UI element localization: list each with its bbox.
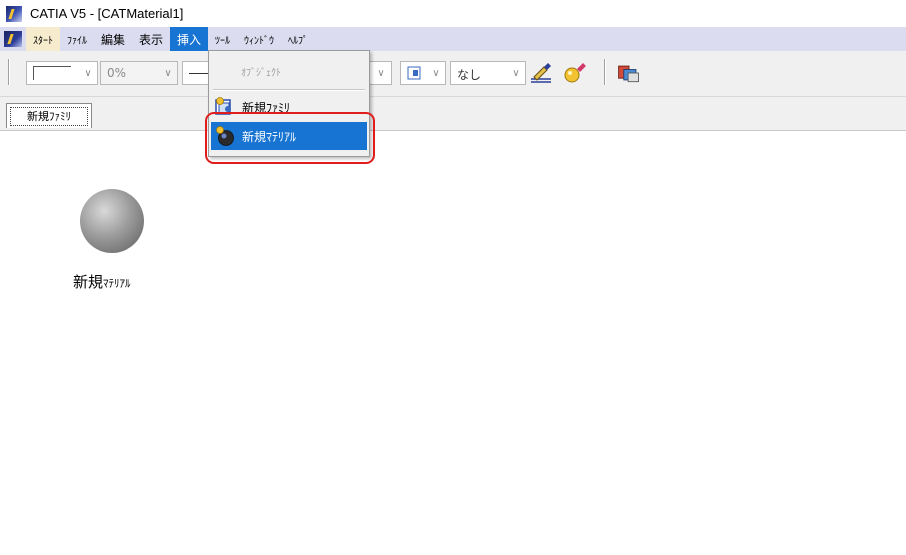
toolbar-grip[interactable]: [8, 59, 10, 85]
chevron-down-icon[interactable]: ∨: [79, 62, 97, 84]
menu-insert[interactable]: 挿入: [170, 27, 209, 51]
paintbrush-icon[interactable]: [528, 61, 554, 85]
material-label-small: ﾏﾃﾘｱﾙ: [103, 277, 131, 290]
menu-item-new-material[interactable]: 新規ﾏﾃﾘｱﾙ: [211, 122, 367, 150]
menu-start[interactable]: ｽﾀｰﾄ: [26, 27, 60, 51]
window-title: CATIA V5 - [CATMaterial1]: [30, 6, 184, 21]
menu-edit[interactable]: 編集: [94, 27, 132, 51]
tab-strip: 新規ﾌｧﾐﾘ: [0, 97, 906, 131]
material-library-canvas[interactable]: 新規ﾏﾃﾘｱﾙ: [0, 131, 906, 555]
color-combo[interactable]: ∨: [26, 61, 98, 85]
catia-logo-icon: [6, 5, 22, 22]
menu-item-new-family[interactable]: 新規ﾌｧﾐﾘ: [211, 93, 367, 121]
transparency-value: 0%: [107, 66, 127, 80]
title-bar: CATIA V5 - [CATMaterial1]: [0, 0, 906, 27]
transparency-combo[interactable]: 0% ∨: [100, 61, 178, 85]
menu-help[interactable]: ﾍﾙﾌﾟ: [281, 27, 315, 51]
linetype-arrow[interactable]: ∨: [370, 61, 392, 85]
material-label[interactable]: 新規ﾏﾃﾘｱﾙ: [73, 271, 131, 292]
layer-combo[interactable]: ∨: [400, 61, 446, 85]
menu-tools[interactable]: ﾂｰﾙ: [208, 27, 237, 51]
insert-menu-dropdown: ｵﾌﾞｼﾞｪｸﾄ 新規ﾌｧﾐﾘ 新規ﾏﾃﾘｱﾙ: [208, 50, 370, 157]
material-apply-icon[interactable]: [562, 61, 588, 85]
display-mode-combo[interactable]: なし ∨: [450, 61, 526, 85]
chevron-down-icon[interactable]: ∨: [507, 62, 525, 84]
chevron-down-icon[interactable]: ∨: [371, 62, 391, 84]
menu-window[interactable]: ｳｨﾝﾄﾞｳ: [237, 27, 281, 51]
toolbar-grip[interactable]: [604, 59, 606, 85]
menu-separator: [213, 89, 365, 91]
menu-file[interactable]: ﾌｧｲﾙ: [60, 27, 94, 51]
menu-item-object: ｵﾌﾞｼﾞｪｸﾄ: [241, 67, 281, 79]
menu-bar: ｽﾀｰﾄ ﾌｧｲﾙ 編集 表示 挿入 ﾂｰﾙ ｳｨﾝﾄﾞｳ ﾍﾙﾌﾟ: [0, 27, 906, 51]
tab-new-family[interactable]: 新規ﾌｧﾐﾘ: [6, 103, 92, 128]
color-swatch: [33, 66, 71, 80]
menu-item-new-family-label: 新規ﾌｧﾐﾘ: [242, 100, 291, 115]
display-mode-value: なし: [457, 68, 482, 82]
chevron-down-icon[interactable]: ∨: [159, 62, 177, 84]
properties-toolbar: ∨ 0% ∨ ∨ ∨ なし ∨: [0, 51, 906, 97]
menu-view[interactable]: 表示: [132, 27, 170, 51]
catia-menu-logo-icon[interactable]: [0, 27, 26, 51]
family-icon: [215, 97, 231, 115]
material-label-main: 新規: [73, 273, 104, 291]
material-sphere-icon[interactable]: [80, 189, 144, 253]
menu-item-new-material-label: 新規ﾏﾃﾘｱﾙ: [242, 129, 297, 144]
material-icon: [216, 126, 234, 146]
material-library-icon[interactable]: [616, 61, 642, 85]
chevron-down-icon[interactable]: ∨: [427, 62, 445, 84]
layer-icon: [407, 66, 421, 80]
